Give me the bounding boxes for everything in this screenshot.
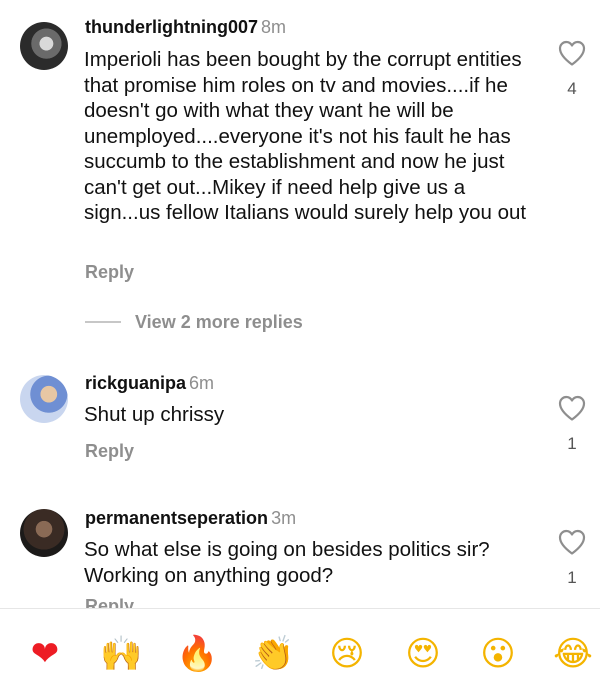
comments-list: thunderlightning007 8m Imperioli has been… [0, 0, 600, 608]
like-count: 4 [567, 79, 577, 98]
heart-outline-icon [558, 529, 586, 555]
avatar[interactable] [20, 375, 68, 423]
like-button[interactable] [557, 39, 587, 67]
username[interactable]: permanentseperation [85, 508, 268, 528]
tears-of-joy-emoji-icon[interactable]: 😂 [553, 634, 593, 674]
surprised-face-emoji-icon[interactable]: 😮 [478, 634, 518, 674]
comment-text: So what else is going on besides politic… [84, 538, 490, 587]
comment-text: Imperioli has been bought by the corrupt… [84, 48, 527, 224]
timestamp: 3m [271, 508, 297, 528]
comment-text: Shut up chrissy [84, 403, 225, 426]
username[interactable]: rickguanipa [85, 373, 186, 393]
comment-header: permanentseperation 3m [85, 508, 296, 529]
quick-reaction-bar: ❤ 🙌 🔥 👏 😢 😍 😮 😂 [0, 609, 600, 692]
like-button[interactable] [557, 528, 587, 556]
like-count: 1 [567, 568, 577, 587]
avatar[interactable] [20, 509, 68, 557]
clapping-hands-emoji-icon[interactable]: 👏 [252, 634, 294, 674]
fire-emoji-icon[interactable]: 🔥 [176, 634, 218, 674]
avatar[interactable] [20, 22, 68, 70]
like-count: 1 [567, 434, 577, 453]
timestamp: 6m [189, 373, 215, 393]
comment-header: rickguanipa 6m [85, 373, 214, 394]
heart-eyes-emoji-icon[interactable]: 😍 [403, 634, 443, 674]
heart-outline-icon [558, 40, 586, 66]
comment-header: thunderlightning007 8m [85, 17, 286, 38]
raising-hands-emoji-icon[interactable]: 🙌 [100, 634, 142, 674]
heart-outline-icon [558, 395, 586, 421]
heart-emoji-icon[interactable]: ❤ [25, 634, 65, 674]
username[interactable]: thunderlightning007 [85, 17, 258, 37]
view-more-replies[interactable]: View 2 more replies [85, 307, 303, 337]
like-button[interactable] [557, 394, 587, 422]
reply-button[interactable]: Reply [85, 262, 134, 283]
timestamp: 8m [261, 17, 287, 37]
thread-line [85, 321, 121, 323]
view-more-label: View 2 more replies [135, 311, 303, 332]
reply-button[interactable]: Reply [85, 596, 134, 608]
reply-button[interactable]: Reply [85, 441, 134, 462]
crying-face-emoji-icon[interactable]: 😢 [327, 634, 367, 674]
